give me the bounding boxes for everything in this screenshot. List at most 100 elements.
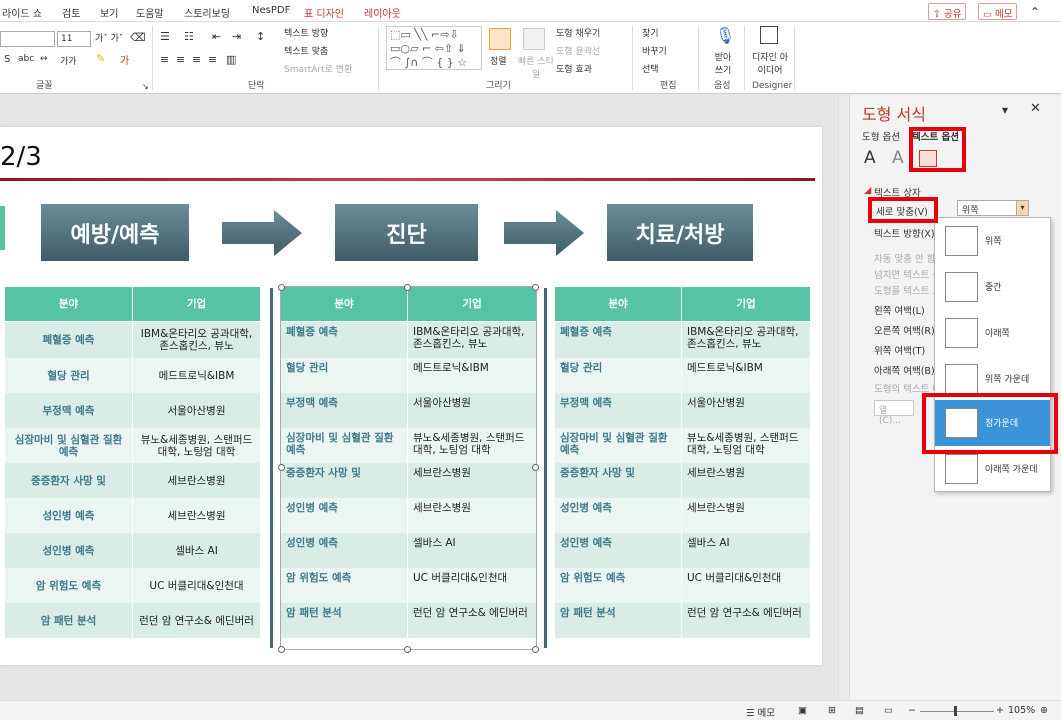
shape-effects-button[interactable]: 도형 효과 — [556, 62, 592, 75]
tab-view[interactable]: 보기 — [100, 5, 118, 20]
replace-button[interactable]: 바꾸기 — [642, 44, 667, 57]
cell-company[interactable]: 셀바스 AI — [408, 533, 536, 568]
cell-company[interactable]: 메드트로닉&IBM — [408, 358, 536, 393]
resize-handle[interactable] — [404, 646, 411, 653]
text-direction-button[interactable]: 텍스트 방향 — [284, 26, 328, 39]
table-row[interactable]: 폐혈증 예측 IBM&온타리오 공과대학, 존스홉킨스, 뷰노 — [555, 322, 810, 358]
increase-indent-icon[interactable]: ⇥ — [232, 30, 241, 43]
tab-slideshow[interactable]: 라이드 쇼 — [2, 5, 42, 20]
tab-help[interactable]: 도움말 — [136, 5, 164, 20]
columns-icon[interactable]: ▥ — [226, 53, 236, 66]
table-row[interactable]: 암 위험도 예측 UC 버클리대&인천대 — [281, 568, 536, 603]
table-row[interactable]: 중증환자 사망 및 세브란스병원 — [555, 463, 810, 498]
align-left-icon[interactable]: ≡ — [160, 53, 169, 66]
cell-field[interactable]: 부정맥 예측 — [281, 393, 408, 428]
shape-fill-button[interactable]: 도형 채우기 — [556, 26, 600, 39]
table-row[interactable]: 부정맥 예측 서울아산병원 — [5, 393, 260, 428]
tab-nespdf[interactable]: NesPDF — [252, 5, 290, 16]
table-row[interactable]: 성인병 예측 셀바스 AI — [555, 533, 810, 568]
fit-slide-icon[interactable]: ⊕ — [1040, 705, 1048, 716]
find-button[interactable]: 찾기 — [642, 26, 659, 39]
zoom-in-icon[interactable]: + — [996, 705, 1004, 716]
align-right-icon[interactable]: ≡ — [192, 53, 201, 66]
chevron-down-icon[interactable]: ▾ — [1016, 201, 1028, 215]
autofit-none-radio[interactable]: 자동 맞춤 안 함 — [874, 251, 936, 265]
table-row[interactable]: 암 패턴 분석 런던 암 연구소& 에딘버러 — [281, 603, 536, 638]
zoom-slider[interactable] — [920, 711, 994, 712]
slideshow-icon[interactable]: ▭ — [884, 705, 893, 716]
table-row[interactable]: 암 패턴 분석 런던 암 연구소& 에딘버러 — [5, 603, 260, 638]
table-row[interactable]: 중증환자 사망 및 세브란스병원 — [281, 463, 536, 498]
align-center-icon[interactable]: ≡ — [176, 53, 185, 66]
table-row[interactable]: 부정맥 예측 서울아산병원 — [281, 393, 536, 428]
cell-field[interactable]: 암 패턴 분석 — [555, 603, 682, 638]
strikethrough-icon[interactable]: abc — [18, 54, 34, 64]
table-header-row[interactable]: 분야 기업 — [5, 287, 260, 321]
zoom-level[interactable]: 105% — [1008, 705, 1035, 716]
phase-prevention[interactable]: 예방/예측 — [41, 204, 189, 261]
table-row[interactable]: 암 위험도 예측 UC 버클리대&인천대 — [555, 568, 810, 603]
cell-company[interactable]: 뷰노&세종병원, 스탠퍼드 대학, 노팅엄 대학 — [682, 428, 810, 463]
cell-field[interactable]: 성인병 예측 — [5, 498, 133, 533]
normal-view-icon[interactable]: ▣ — [798, 705, 807, 716]
char-spacing-icon[interactable]: ↔ — [40, 54, 48, 64]
cell-field[interactable]: 심장마비 및 심혈관 질환 예측 — [555, 428, 682, 463]
header-company[interactable]: 기업 — [682, 287, 810, 321]
share-button[interactable]: ⇪ 공유 — [928, 3, 967, 20]
tab-review[interactable]: 검토 — [62, 5, 80, 20]
table-row[interactable]: 혈당 관리 메드트로닉&IBM — [281, 358, 536, 393]
numbering-icon[interactable]: ☷ — [184, 30, 194, 43]
cell-field[interactable]: 중증환자 사망 및 — [555, 463, 682, 498]
decrease-indent-icon[interactable]: ⇤ — [212, 30, 221, 43]
cell-company[interactable]: UC 버클리대&인천대 — [133, 568, 260, 603]
tab-layout[interactable]: 레이아웃 — [364, 5, 401, 20]
cell-field[interactable]: 성인병 예측 — [281, 533, 408, 568]
quick-style-icon[interactable] — [523, 28, 545, 50]
cell-company[interactable]: 서울아산병원 — [682, 393, 810, 428]
shape-outline-button[interactable]: 도형 윤곽선 — [556, 44, 600, 57]
table-row[interactable]: 성인병 예측 세브란스병원 — [281, 498, 536, 533]
pane-options-icon[interactable]: ▾ — [1002, 103, 1008, 117]
cell-company[interactable]: 서울아산병원 — [133, 393, 260, 428]
design-ideas-icon[interactable] — [760, 26, 778, 44]
cell-field[interactable]: 부정맥 예측 — [555, 393, 682, 428]
cell-company[interactable]: 셀바스 AI — [682, 533, 810, 568]
cell-company[interactable]: 메드트로닉&IBM — [133, 358, 260, 393]
option-bottom[interactable]: 아래쪽 — [935, 310, 1050, 356]
comments-button[interactable]: ▭ 메모 — [978, 3, 1018, 20]
cell-company[interactable]: 세브란스병원 — [408, 463, 536, 498]
cell-field[interactable]: 암 위험도 예측 — [281, 568, 408, 603]
phase-diagnosis[interactable]: 진단 — [335, 204, 478, 261]
font-dialog-launcher-icon[interactable]: ↘ — [142, 82, 149, 91]
cell-company[interactable]: IBM&온타리오 공과대학, 존스홉킨스, 뷰노 — [408, 322, 536, 358]
design-ideas-button[interactable]: 디자인 아이디어 — [752, 50, 788, 76]
resize-handle[interactable] — [404, 284, 411, 291]
cell-field[interactable]: 성인병 예측 — [555, 498, 682, 533]
grow-font-icon[interactable]: 가ˆ 가ˇ — [95, 31, 123, 44]
cell-company[interactable]: 서울아산병원 — [408, 393, 536, 428]
resize-handle[interactable] — [532, 646, 539, 653]
smartart-button[interactable]: SmartArt로 변환 — [284, 62, 352, 75]
cell-field[interactable]: 폐혈증 예측 — [555, 322, 682, 358]
resize-handle[interactable] — [278, 464, 285, 471]
cell-company[interactable]: 런던 암 연구소& 에딘버러 — [133, 603, 260, 638]
resize-handle[interactable] — [278, 646, 285, 653]
cell-field[interactable]: 부정맥 예측 — [5, 393, 133, 428]
slide-sorter-icon[interactable]: ⊞ — [828, 705, 836, 716]
cell-field[interactable]: 심장마비 및 심혈관 질환 예측 — [5, 428, 133, 463]
line-spacing-icon[interactable]: ↕ — [256, 30, 265, 43]
cell-field[interactable]: 혈당 관리 — [281, 358, 408, 393]
bullets-icon[interactable]: ☰ — [160, 30, 170, 43]
change-case-icon[interactable]: 가가 — [60, 54, 77, 67]
option-middle[interactable]: 중간 — [935, 264, 1050, 310]
cell-field[interactable]: 암 위험도 예측 — [555, 568, 682, 603]
tab-storyboarding[interactable]: 스토리보딩 — [184, 5, 230, 20]
cell-field[interactable]: 중증환자 사망 및 — [5, 463, 133, 498]
dictate-button[interactable]: 받아 쓰기 — [710, 50, 736, 76]
cell-company[interactable]: 세브란스병원 — [133, 463, 260, 498]
table-row[interactable]: 혈당 관리 메드트로닉&IBM — [5, 358, 260, 393]
cell-field[interactable]: 혈당 관리 — [555, 358, 682, 393]
cell-field[interactable]: 암 패턴 분석 — [281, 603, 408, 638]
cell-company[interactable]: 런던 암 연구소& 에딘버러 — [408, 603, 536, 638]
close-icon[interactable]: ✕ — [1030, 101, 1041, 116]
